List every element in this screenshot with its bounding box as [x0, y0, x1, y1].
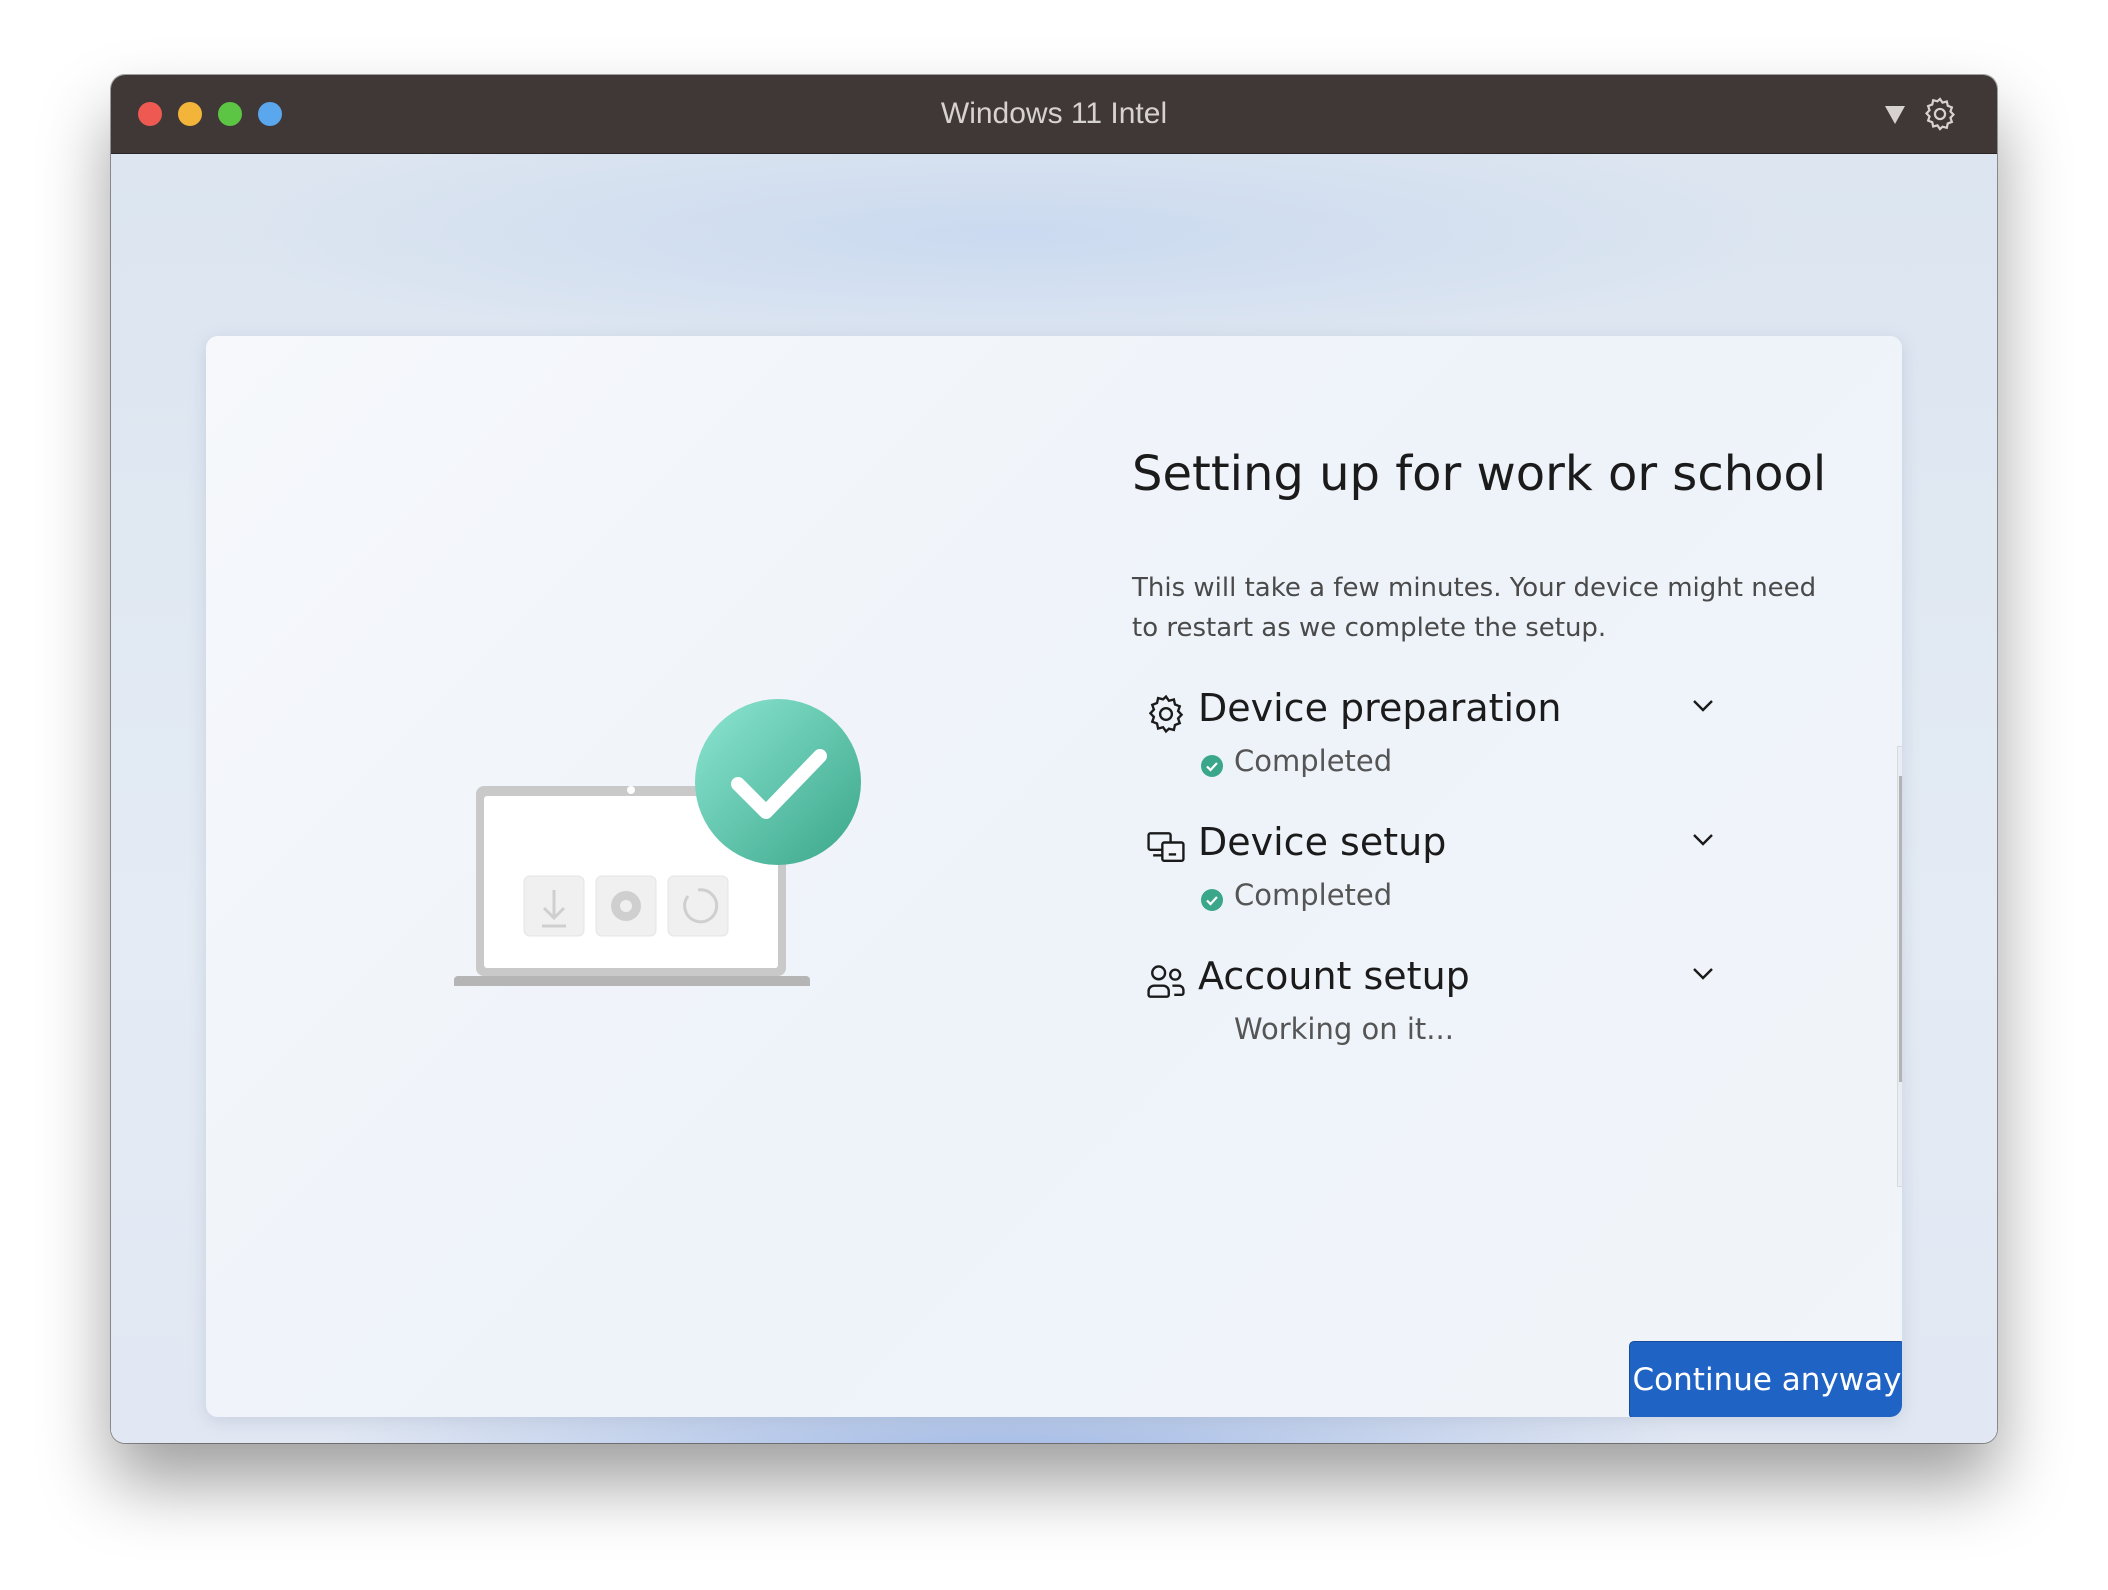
- oobe-background: Setting up for work or school This will …: [111, 154, 1997, 1443]
- step-status: Completed: [1234, 878, 1393, 912]
- check-circle-icon: [1200, 888, 1224, 912]
- scrollbar-thumb[interactable]: [1899, 776, 1902, 1082]
- vm-window: Windows 11 Intel Setting up for work or …: [111, 75, 1997, 1443]
- setup-card: Setting up for work or school This will …: [206, 336, 1902, 1417]
- step-status: Completed: [1234, 744, 1393, 778]
- laptop-checkmark-illustration: [446, 696, 866, 990]
- steps-scrollbar[interactable]: [1897, 746, 1902, 1187]
- continue-anyway-button[interactable]: Continue anyway: [1629, 1341, 1902, 1417]
- setup-steps-list: Device preparation Completed Device setu…: [1126, 674, 1806, 1114]
- step-title: Account setup: [1198, 954, 1470, 998]
- gear-icon[interactable]: [1921, 95, 1959, 133]
- gear-icon: [1144, 692, 1188, 736]
- step-status: Working on it...: [1234, 1012, 1454, 1046]
- step-title: Device setup: [1198, 820, 1447, 864]
- chevron-down-icon[interactable]: [1686, 956, 1720, 990]
- step-device-preparation[interactable]: Device preparation Completed: [1126, 674, 1746, 794]
- page-title: Setting up for work or school: [1132, 446, 1827, 502]
- window-title: Windows 11 Intel: [940, 97, 1168, 130]
- dropdown-triangle-icon[interactable]: [1876, 95, 1914, 133]
- people-icon: [1144, 960, 1188, 1004]
- chevron-down-icon[interactable]: [1686, 688, 1720, 722]
- check-circle-icon: [1200, 754, 1224, 778]
- step-device-setup[interactable]: Device setup Completed: [1126, 808, 1746, 928]
- page-description: This will take a few minutes. Your devic…: [1132, 573, 1817, 643]
- device-setup-icon: [1144, 826, 1188, 870]
- title-bar: Windows 11 Intel: [111, 75, 1997, 154]
- step-account-setup[interactable]: Account setup Working on it...: [1126, 942, 1746, 1062]
- chevron-down-icon[interactable]: [1686, 822, 1720, 856]
- step-title: Device preparation: [1198, 686, 1562, 730]
